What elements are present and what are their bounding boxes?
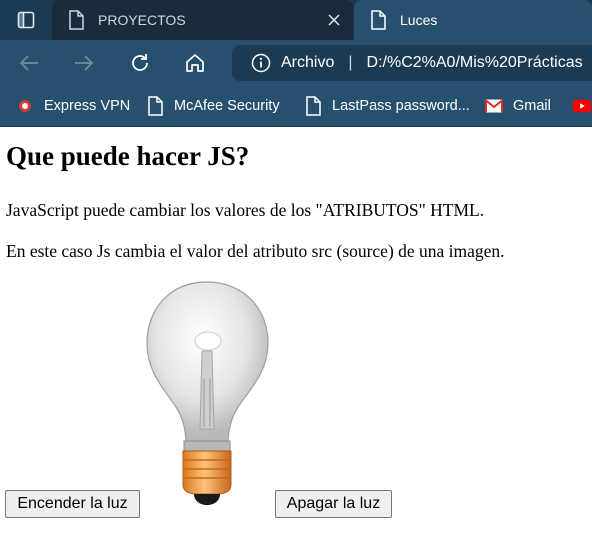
- bookmark-gmail[interactable]: Gmail: [485, 86, 551, 126]
- bookmark-label: Express VPN: [44, 98, 131, 114]
- gmail-icon: [485, 96, 503, 116]
- forward-button[interactable]: [70, 49, 98, 77]
- page-content: Que puede hacer JS? JavaScript puede cam…: [0, 127, 592, 551]
- tab-actions-button[interactable]: [0, 0, 52, 40]
- home-button[interactable]: [181, 49, 209, 77]
- tab-label: PROYECTOS: [98, 12, 186, 28]
- paragraph-src: En este caso Js cambia el valor del atri…: [6, 241, 505, 261]
- tab-luces[interactable]: Luces: [354, 0, 592, 40]
- expressvpn-icon: [16, 96, 34, 116]
- toolbar: Archivo | D:/%C2%A0/Mis%20Prácticas: [0, 40, 592, 86]
- page-icon: [146, 96, 164, 116]
- tab-proyectos[interactable]: PROYECTOS: [52, 0, 354, 40]
- lightbulb-image: [146, 281, 269, 505]
- address-url[interactable]: D:/%C2%A0/Mis%20Prácticas: [367, 54, 583, 72]
- bookmark-label: LastPass password...: [332, 98, 470, 114]
- bookmark-express-vpn[interactable]: Express VPN: [16, 86, 130, 126]
- bookmark-label: McAfee Security: [174, 98, 280, 114]
- bookmark-youtube[interactable]: [573, 86, 592, 126]
- close-icon[interactable]: [324, 10, 344, 30]
- bookmark-lastpass[interactable]: LastPass password...: [304, 86, 470, 126]
- bookmark-mcafee[interactable]: McAfee Security: [146, 86, 280, 126]
- turn-on-button[interactable]: Encender la luz: [5, 490, 140, 518]
- tab-strip: PROYECTOS Luces: [0, 0, 592, 40]
- address-bar[interactable]: Archivo | D:/%C2%A0/Mis%20Prácticas: [232, 45, 592, 81]
- page-icon: [68, 10, 86, 30]
- bookmarks-bar: Express VPN McAfee Security LastPass pas…: [0, 86, 592, 127]
- page-icon: [370, 10, 388, 30]
- reload-button[interactable]: [126, 49, 154, 77]
- back-button[interactable]: [15, 49, 43, 77]
- youtube-icon: [573, 96, 591, 116]
- tab-actions-icon: [17, 11, 35, 29]
- bookmark-label: Gmail: [513, 98, 551, 114]
- paragraph-attributes: JavaScript puede cambiar los valores de …: [6, 200, 485, 220]
- home-icon: [186, 54, 204, 72]
- reload-icon: [132, 54, 148, 71]
- back-arrow-icon: [19, 55, 38, 71]
- tab-label: Luces: [400, 12, 438, 28]
- page-title: Que puede hacer JS?: [6, 141, 250, 171]
- forward-arrow-icon: [75, 55, 94, 71]
- info-icon[interactable]: [250, 52, 272, 74]
- turn-off-button[interactable]: Apagar la luz: [275, 490, 392, 518]
- address-scheme-label: Archivo: [281, 54, 335, 71]
- address-separator: |: [348, 54, 353, 71]
- page-icon: [304, 96, 322, 116]
